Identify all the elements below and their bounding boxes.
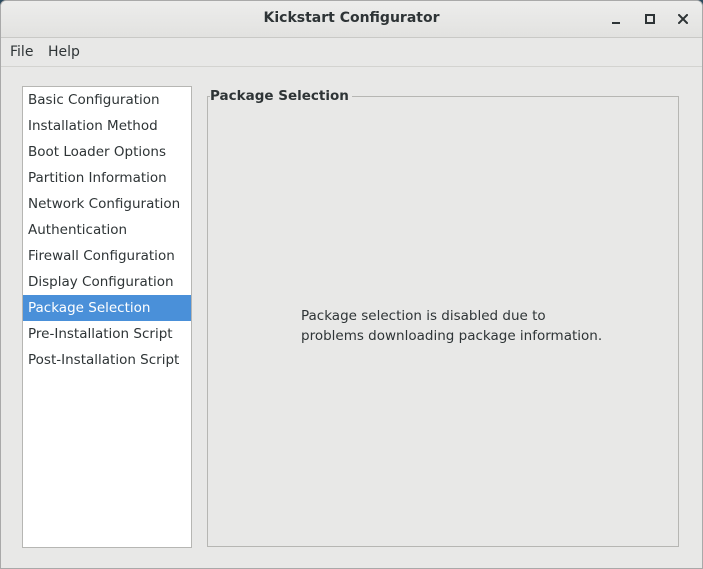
maximize-button[interactable] xyxy=(639,8,661,30)
section-list[interactable]: Basic Configuration Installation Method … xyxy=(22,86,192,548)
sidebar-item-network-configuration[interactable]: Network Configuration xyxy=(23,191,191,217)
title-bar[interactable]: Kickstart Configurator xyxy=(1,1,702,38)
disabled-message: Package selection is disabled due to pro… xyxy=(301,306,631,346)
sidebar-item-partition-information[interactable]: Partition Information xyxy=(23,165,191,191)
menu-help[interactable]: Help xyxy=(48,44,80,60)
sidebar-item-post-installation-script[interactable]: Post-Installation Script xyxy=(23,347,191,373)
frame-title: Package Selection xyxy=(210,88,352,104)
message-line-1: Package selection is disabled due to xyxy=(301,308,546,324)
sidebar-item-basic-configuration[interactable]: Basic Configuration xyxy=(23,87,191,113)
main-window: Kickstart Configurator File Help Basic C… xyxy=(0,0,703,569)
sidebar-item-boot-loader-options[interactable]: Boot Loader Options xyxy=(23,139,191,165)
sidebar-item-pre-installation-script[interactable]: Pre-Installation Script xyxy=(23,321,191,347)
sidebar-item-authentication[interactable]: Authentication xyxy=(23,217,191,243)
message-line-2: problems downloading package information… xyxy=(301,328,603,344)
minimize-icon xyxy=(612,22,620,24)
maximize-icon xyxy=(645,14,655,24)
menu-bar: File Help xyxy=(1,38,702,67)
window-title: Kickstart Configurator xyxy=(263,10,440,26)
minimize-button[interactable] xyxy=(605,8,627,30)
menu-file[interactable]: File xyxy=(10,44,33,60)
close-icon xyxy=(678,14,688,24)
sidebar-item-package-selection[interactable]: Package Selection xyxy=(23,295,191,321)
sidebar-item-installation-method[interactable]: Installation Method xyxy=(23,113,191,139)
sidebar-item-firewall-configuration[interactable]: Firewall Configuration xyxy=(23,243,191,269)
sidebar-item-display-configuration[interactable]: Display Configuration xyxy=(23,269,191,295)
close-button[interactable] xyxy=(672,8,694,30)
